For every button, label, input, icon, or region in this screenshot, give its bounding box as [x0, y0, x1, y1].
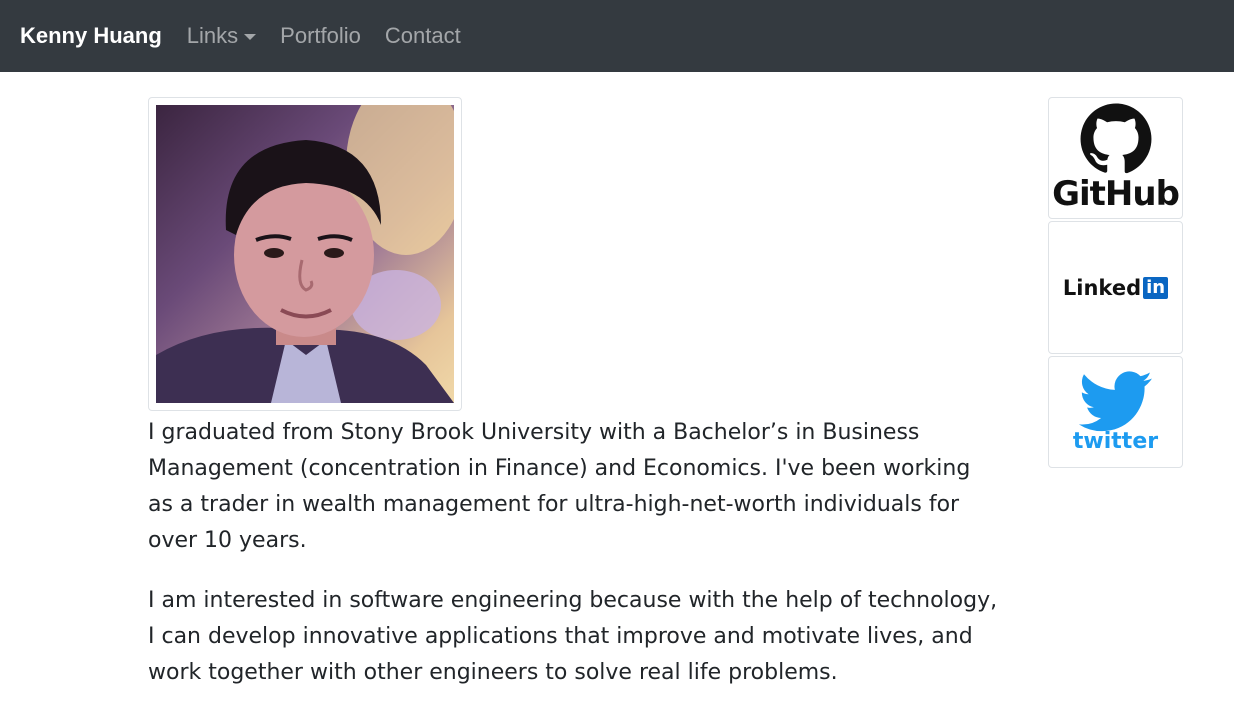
github-octocat-icon — [1080, 103, 1151, 174]
nav-link-contact[interactable]: Contact — [385, 23, 461, 49]
linkedin-logo: Linked in — [1062, 275, 1169, 300]
brand-link[interactable]: Kenny Huang — [20, 23, 162, 49]
bio-paragraph-1: I graduated from Stony Brook University … — [148, 420, 971, 553]
github-link[interactable]: GitHub — [1048, 97, 1183, 219]
linkedin-in-box: in — [1143, 276, 1169, 299]
twitter-link[interactable]: twitter — [1048, 356, 1183, 468]
caret-down-icon — [244, 34, 257, 40]
bio-section: I graduated from Stony Brook University … — [148, 415, 998, 715]
bio-paragraph-2: I am interested in software engineering … — [148, 588, 998, 685]
twitter-label: twitter — [1072, 428, 1159, 454]
twitter-bird-icon — [1078, 370, 1152, 431]
linkedin-link[interactable]: Linked in — [1048, 221, 1183, 354]
social-links: GitHub Linked in twitter — [1048, 97, 1183, 470]
nav-link-portfolio[interactable]: Portfolio — [280, 23, 361, 49]
profile-photo — [156, 105, 454, 403]
links-dropdown[interactable]: Links — [186, 23, 257, 49]
navbar: Kenny Huang Links Portfolio Contact — [0, 0, 1234, 72]
profile-photo-frame — [148, 97, 462, 411]
github-label: GitHub — [1052, 174, 1180, 214]
linkedin-label: Linked — [1062, 275, 1142, 300]
links-dropdown-label: Links — [186, 23, 239, 48]
